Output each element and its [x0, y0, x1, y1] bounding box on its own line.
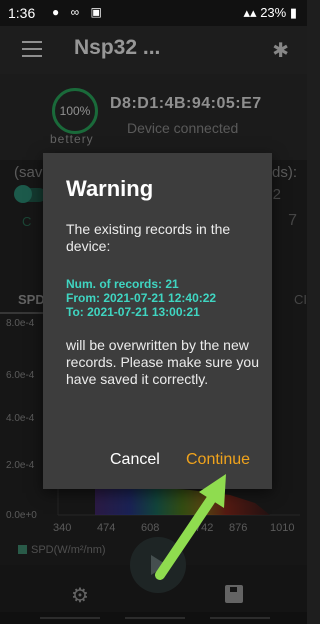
notification-icons: ● ∞ ▣ [52, 5, 106, 19]
cancel-button[interactable]: Cancel [110, 451, 160, 469]
signal-icon: ▴▴ [243, 5, 257, 20]
records-from: From: 2021-07-21 12:40:22 [66, 291, 217, 305]
status-bar: 1:36 ● ∞ ▣ ▴▴ 23% ▮ [0, 0, 307, 26]
dialog-message-intro: The existing records in the device: [66, 221, 231, 254]
battery-percent: 23% [260, 5, 287, 20]
dialog-message-outro: will be overwritten by the new records. … [66, 337, 259, 387]
status-time: 1:36 [8, 5, 36, 21]
continue-button[interactable]: Continue [186, 451, 250, 469]
num-records: Num. of records: 21 [66, 277, 179, 291]
warning-dialog: Warning The existing records in the devi… [43, 153, 272, 489]
battery-icon: ▮ [289, 5, 297, 20]
status-right: ▴▴ 23% ▮ [244, 5, 298, 21]
records-info: Num. of records: 21 From: 2021-07-21 12:… [66, 277, 216, 319]
dialog-title: Warning [66, 176, 154, 201]
records-to: To: 2021-07-21 13:00:21 [66, 305, 200, 319]
